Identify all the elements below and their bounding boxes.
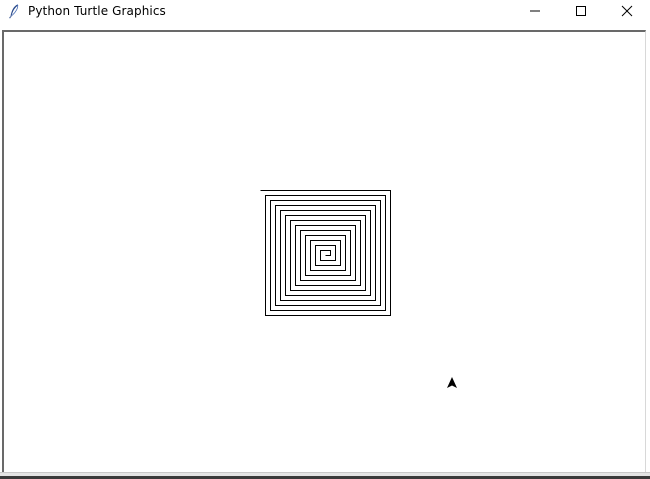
drawing-surface bbox=[260, 190, 457, 388]
window-bottom-edge bbox=[0, 472, 650, 479]
classic-arrow-icon bbox=[447, 377, 457, 388]
square-spiral bbox=[260, 190, 391, 316]
turtle-window: Python Turtle Graphics bbox=[0, 0, 650, 479]
